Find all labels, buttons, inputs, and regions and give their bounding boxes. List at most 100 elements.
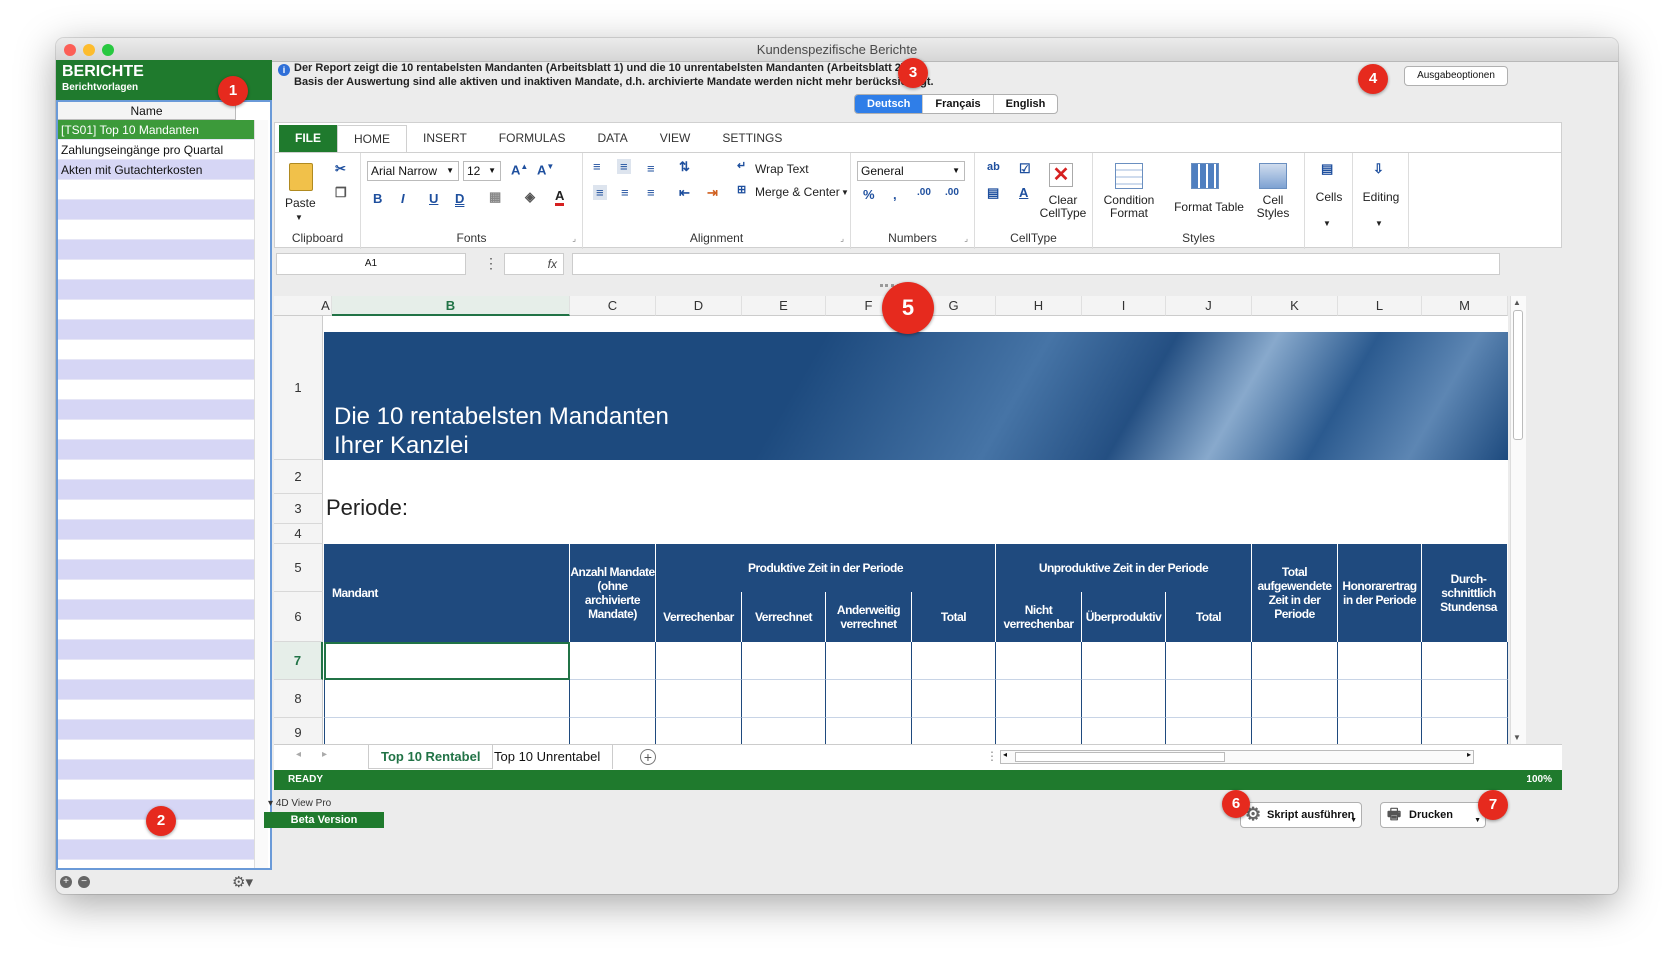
report-list-empty-row[interactable]	[58, 540, 254, 560]
data-cell[interactable]	[996, 642, 1082, 680]
lang-francais[interactable]: Français	[923, 95, 994, 113]
header-nicht-verrechenbar[interactable]: Nicht verrechenbar	[996, 592, 1082, 642]
data-cell[interactable]	[826, 642, 912, 680]
report-list-empty-row[interactable]	[58, 460, 254, 480]
report-list-empty-row[interactable]	[58, 420, 254, 440]
column-header-h[interactable]: H	[996, 296, 1082, 316]
header-total-aufgewendet[interactable]: Total aufgewendete Zeit in der Periode	[1252, 544, 1338, 642]
data-cell[interactable]	[324, 718, 570, 746]
data-cell[interactable]	[826, 680, 912, 718]
row-header-4[interactable]: 4	[274, 524, 323, 544]
close-window-button[interactable]	[64, 44, 76, 56]
header-unproduktiv[interactable]: Unproduktive Zeit in der Periode	[996, 544, 1252, 592]
vertical-scroll-thumb[interactable]	[1513, 310, 1523, 440]
tab-file[interactable]: FILE	[279, 125, 337, 153]
merge-center-button[interactable]: Merge & Center	[755, 186, 840, 199]
paste-button[interactable]: Paste	[285, 197, 316, 210]
data-cell[interactable]	[1422, 642, 1508, 680]
data-cell[interactable]	[1422, 680, 1508, 718]
decrease-font-icon[interactable]: A▼	[537, 162, 554, 177]
report-list-empty-row[interactable]	[58, 840, 254, 860]
number-format-select[interactable]: General ▼	[857, 161, 965, 181]
data-cell[interactable]	[1166, 680, 1252, 718]
zoom-window-button[interactable]	[102, 44, 114, 56]
header-verrechnet[interactable]: Verrechnet	[742, 592, 826, 642]
data-cell[interactable]	[742, 718, 826, 746]
data-cell[interactable]	[324, 680, 570, 718]
view-pro-toggle[interactable]: ▾ 4D View Pro	[268, 798, 331, 809]
report-list-empty-row[interactable]	[58, 620, 254, 640]
horizontal-scrollbar[interactable]: ◂ ▸	[1000, 750, 1474, 764]
row-header-5[interactable]: 5	[274, 544, 323, 592]
report-list-empty-row[interactable]	[58, 700, 254, 720]
header-total-produktiv[interactable]: Total	[912, 592, 996, 642]
data-cell[interactable]	[912, 718, 996, 746]
scroll-down-icon[interactable]: ▼	[1513, 733, 1521, 742]
align-middle-icon[interactable]: ≡	[617, 159, 631, 174]
tab-home[interactable]: HOME	[337, 125, 407, 153]
fill-color-icon[interactable]: ◈	[525, 189, 535, 205]
editing-icon[interactable]: ⇩	[1373, 161, 1384, 177]
prev-sheet-icon[interactable]: ◂	[296, 749, 301, 760]
data-cell[interactable]	[1082, 680, 1166, 718]
tab-view[interactable]: VIEW	[644, 125, 707, 153]
report-list-empty-row[interactable]	[58, 480, 254, 500]
tab-data[interactable]: DATA	[581, 125, 643, 153]
data-cell[interactable]	[996, 680, 1082, 718]
report-list-item[interactable]: Zahlungseingänge pro Quartal	[58, 140, 254, 160]
clear-celltype-icon[interactable]: ✕	[1049, 163, 1073, 187]
data-cell[interactable]	[1166, 718, 1252, 746]
header-produktiv[interactable]: Produktive Zeit in der Periode	[656, 544, 996, 592]
column-header-i[interactable]: I	[1082, 296, 1166, 316]
bold-icon[interactable]: B	[373, 191, 382, 206]
lang-english[interactable]: English	[994, 95, 1058, 113]
data-cell[interactable]	[996, 718, 1082, 746]
next-sheet-icon[interactable]: ▸	[322, 749, 327, 760]
column-header-b[interactable]: B	[332, 296, 570, 316]
row-header-9[interactable]: 9	[274, 718, 323, 746]
hyperlink-celltype-icon[interactable]: A	[1019, 185, 1028, 200]
editing-button[interactable]: Editing	[1359, 191, 1403, 204]
lang-deutsch[interactable]: Deutsch	[855, 95, 924, 113]
chevron-down-icon[interactable]: ▼	[1375, 217, 1383, 230]
header-anderweitig[interactable]: Anderweitig verrechnet	[826, 592, 912, 642]
data-cell[interactable]	[742, 642, 826, 680]
report-list-empty-row[interactable]	[58, 380, 254, 400]
column-header-j[interactable]: J	[1166, 296, 1252, 316]
output-options-button[interactable]: Ausgabeoptionen	[1404, 66, 1508, 86]
data-cell[interactable]	[656, 680, 742, 718]
run-script-button[interactable]: ⚙ Skript ausführen ▼	[1240, 802, 1362, 828]
report-list-empty-row[interactable]	[58, 580, 254, 600]
data-cell[interactable]	[1338, 642, 1422, 680]
add-report-icon[interactable]: +	[60, 876, 72, 888]
report-list-empty-row[interactable]	[58, 680, 254, 700]
decrease-decimal-icon[interactable]: .00	[945, 187, 959, 198]
fx-icon[interactable]: fx	[504, 253, 564, 275]
align-top-icon[interactable]: ≡	[593, 159, 601, 174]
condition-format-button[interactable]: Condition Format	[1099, 194, 1159, 220]
data-cell[interactable]	[1422, 718, 1508, 746]
header-total-unproduktiv[interactable]: Total	[1166, 592, 1252, 642]
data-cell[interactable]	[742, 680, 826, 718]
language-selector[interactable]: Deutsch Français English	[854, 94, 1059, 114]
data-cell[interactable]	[1338, 680, 1422, 718]
text-orientation-icon[interactable]: ⇅	[679, 159, 690, 175]
report-list-empty-row[interactable]	[58, 360, 254, 380]
row-header-3[interactable]: 3	[274, 494, 323, 524]
data-cell[interactable]	[1338, 718, 1422, 746]
data-cell[interactable]	[1082, 718, 1166, 746]
report-list-empty-row[interactable]	[58, 780, 254, 800]
tab-settings[interactable]: SETTINGS	[706, 125, 798, 153]
textbox-celltype-icon[interactable]: ab	[987, 161, 1000, 173]
font-color-icon[interactable]: A	[555, 189, 565, 206]
report-list-empty-row[interactable]	[58, 320, 254, 340]
data-cell[interactable]	[570, 680, 656, 718]
formula-input[interactable]	[572, 253, 1500, 275]
format-table-button[interactable]: Format Table	[1167, 201, 1251, 214]
report-list-empty-row[interactable]	[58, 640, 254, 660]
underline-icon[interactable]: U	[429, 191, 438, 206]
row-header-6[interactable]: 6	[274, 592, 323, 642]
tab-formulas[interactable]: FORMULAS	[483, 125, 582, 153]
chevron-down-icon[interactable]: ▼	[1323, 217, 1331, 230]
header-mandant[interactable]: Mandant	[324, 544, 570, 642]
